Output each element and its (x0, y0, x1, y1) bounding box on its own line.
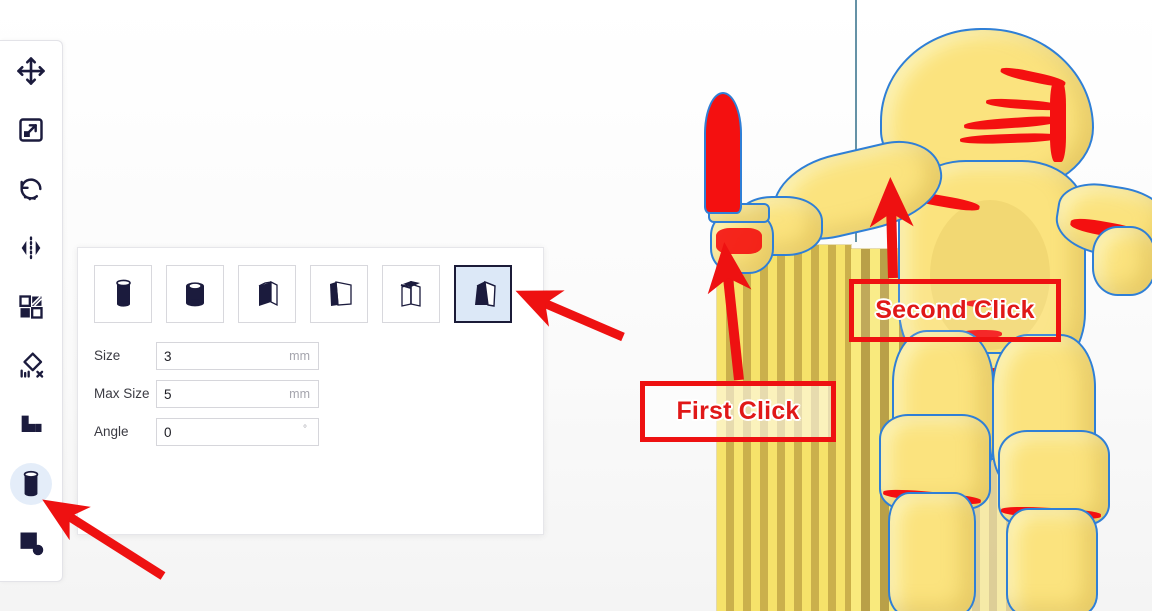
remove-supports-icon (20, 352, 44, 378)
field-label-size: Size (94, 348, 121, 363)
tube-icon (186, 282, 204, 307)
scale-icon (19, 117, 43, 142)
slicer-window: Size mm Max Size mm Angle ° (0, 0, 1152, 611)
model-shin-left (888, 492, 976, 611)
field-row-max-size: Max Size mm (94, 380, 319, 408)
angle-input[interactable] (157, 419, 277, 445)
raft-icon (21, 415, 42, 432)
max-size-input[interactable] (157, 381, 277, 407)
wedge-icon (475, 280, 496, 307)
model-shin-right (1006, 508, 1098, 611)
shape-option-box[interactable] (238, 265, 296, 323)
model-overhang-jaw (1050, 80, 1066, 162)
tool-punch[interactable] (0, 513, 62, 572)
skate-icon (330, 281, 352, 306)
shape-option-wedge[interactable] (454, 265, 512, 323)
support-parameter-panel: Size mm Max Size mm Angle ° (77, 247, 544, 535)
raft-plate-left (717, 245, 851, 611)
hollow-icon (19, 294, 43, 319)
support-shape-selector (94, 265, 512, 323)
model-forearm-right (1092, 226, 1152, 296)
cross-plate-icon (400, 281, 421, 307)
punch-icon (20, 532, 44, 555)
shape-option-cross[interactable] (382, 265, 440, 323)
move-icon (17, 56, 45, 85)
tool-hollow[interactable] (0, 277, 62, 336)
tool-raft[interactable] (0, 395, 62, 454)
tool-move[interactable] (0, 41, 62, 100)
field-box-size[interactable]: mm (156, 342, 319, 370)
field-row-angle: Angle ° (94, 418, 319, 446)
tool-mirror[interactable] (0, 218, 62, 277)
max-size-unit: mm (289, 387, 310, 401)
field-box-max-size[interactable]: mm (156, 380, 319, 408)
field-row-size: Size mm (94, 342, 319, 370)
mirror-icon (21, 235, 41, 259)
model-overhang-abs-1 (966, 300, 1002, 307)
field-box-angle[interactable]: ° (156, 418, 319, 446)
tool-supports[interactable] (0, 454, 62, 513)
support-cylinder-icon (23, 470, 39, 496)
field-label-angle: Angle (94, 424, 129, 439)
box-icon (258, 280, 278, 307)
cylinder-icon (116, 279, 131, 307)
tool-remove-supports[interactable] (0, 336, 62, 395)
tool-rail (0, 40, 63, 582)
rotate-icon (20, 177, 42, 200)
shape-option-tube[interactable] (166, 265, 224, 323)
tool-rotate[interactable] (0, 159, 62, 218)
model-torso-shading (930, 200, 1050, 350)
model-overhang-hand (716, 228, 762, 254)
shape-option-cylinder[interactable] (94, 265, 152, 323)
field-label-max-size: Max Size (94, 386, 150, 401)
shape-option-skate[interactable] (310, 265, 368, 323)
model-dagger-blade (704, 92, 742, 214)
tool-scale[interactable] (0, 100, 62, 159)
angle-unit: ° (303, 424, 307, 435)
size-input[interactable] (157, 343, 277, 369)
size-unit: mm (289, 349, 310, 363)
